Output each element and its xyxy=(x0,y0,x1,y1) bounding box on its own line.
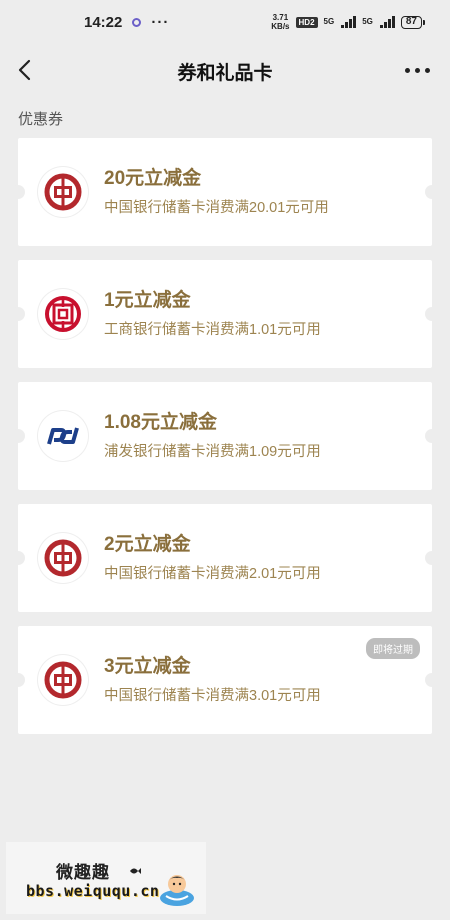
status-right: 3.71 KB/s HD2 5G 5G 87 xyxy=(271,13,426,31)
signal-label-2: 5G xyxy=(362,17,373,26)
net-speed: 3.71 KB/s xyxy=(271,13,289,31)
back-icon[interactable] xyxy=(14,58,38,82)
boc-icon xyxy=(38,533,88,583)
boc-icon xyxy=(38,167,88,217)
coupon-desc: 中国银行储蓄卡消费满2.01元可用 xyxy=(104,566,321,582)
mascot-icon xyxy=(160,875,194,906)
status-bar: 14:22 ··· 3.71 KB/s HD2 5G 5G 87 xyxy=(0,0,450,44)
nav-bar: 券和礼品卡 xyxy=(0,44,450,98)
icbc-icon xyxy=(38,289,88,339)
status-time: 14:22 xyxy=(84,13,123,31)
hd-badge: HD2 xyxy=(295,16,318,28)
coupon-desc: 工商银行储蓄卡消费满1.01元可用 xyxy=(104,322,321,338)
watermark: 微趣趣 bbs.weiququ.cn xyxy=(6,842,206,914)
coupon-desc: 中国银行储蓄卡消费满20.01元可用 xyxy=(104,200,329,216)
coupon-card[interactable]: 2元立减金 中国银行储蓄卡消费满2.01元可用 xyxy=(11,504,439,612)
coupon-card[interactable]: 20元立减金 中国银行储蓄卡消费满20.01元可用 xyxy=(11,138,439,246)
spdb-icon xyxy=(38,411,88,461)
watermark-url: bbs.weiququ.cn xyxy=(26,882,160,900)
coupon-card[interactable]: 即将过期 3元立减金 中国银行储蓄卡消费满3.01元可用 xyxy=(11,626,439,734)
expiring-badge: 即将过期 xyxy=(366,638,420,659)
net-speed-unit: KB/s xyxy=(271,22,290,31)
net-speed-value: 3.71 xyxy=(272,13,289,22)
watermark-title: 微趣趣 xyxy=(56,863,110,882)
signal-icon xyxy=(341,16,357,28)
coupon-card[interactable]: 1.08元立减金 浦发银行储蓄卡消费满1.09元可用 xyxy=(11,382,439,490)
coupon-title: 1元立减金 xyxy=(104,290,191,311)
coupon-desc: 中国银行储蓄卡消费满3.01元可用 xyxy=(104,688,321,704)
signal-label-1: 5G xyxy=(323,17,335,26)
notification-icon xyxy=(132,17,142,27)
page-title: 券和礼品卡 xyxy=(177,62,273,84)
coupon-list: 20元立减金 中国银行储蓄卡消费满20.01元可用 1元立减金 工商银行储蓄卡消… xyxy=(0,138,450,734)
battery-icon: 87 xyxy=(400,15,426,29)
section-label: 优惠券 xyxy=(18,111,64,128)
status-more: ··· xyxy=(151,13,170,31)
more-options-icon[interactable] xyxy=(405,68,430,73)
coupon-card[interactable]: 1元立减金 工商银行储蓄卡消费满1.01元可用 xyxy=(11,260,439,368)
fish-icon xyxy=(130,868,141,874)
coupon-title: 1.08元立减金 xyxy=(104,412,217,433)
coupon-title: 20元立减金 xyxy=(104,168,202,189)
coupon-desc: 浦发银行储蓄卡消费满1.09元可用 xyxy=(104,444,321,460)
boc-icon xyxy=(38,655,88,705)
coupon-title: 3元立减金 xyxy=(104,656,191,677)
signal-icon xyxy=(379,16,395,28)
coupon-title: 2元立减金 xyxy=(104,534,191,555)
